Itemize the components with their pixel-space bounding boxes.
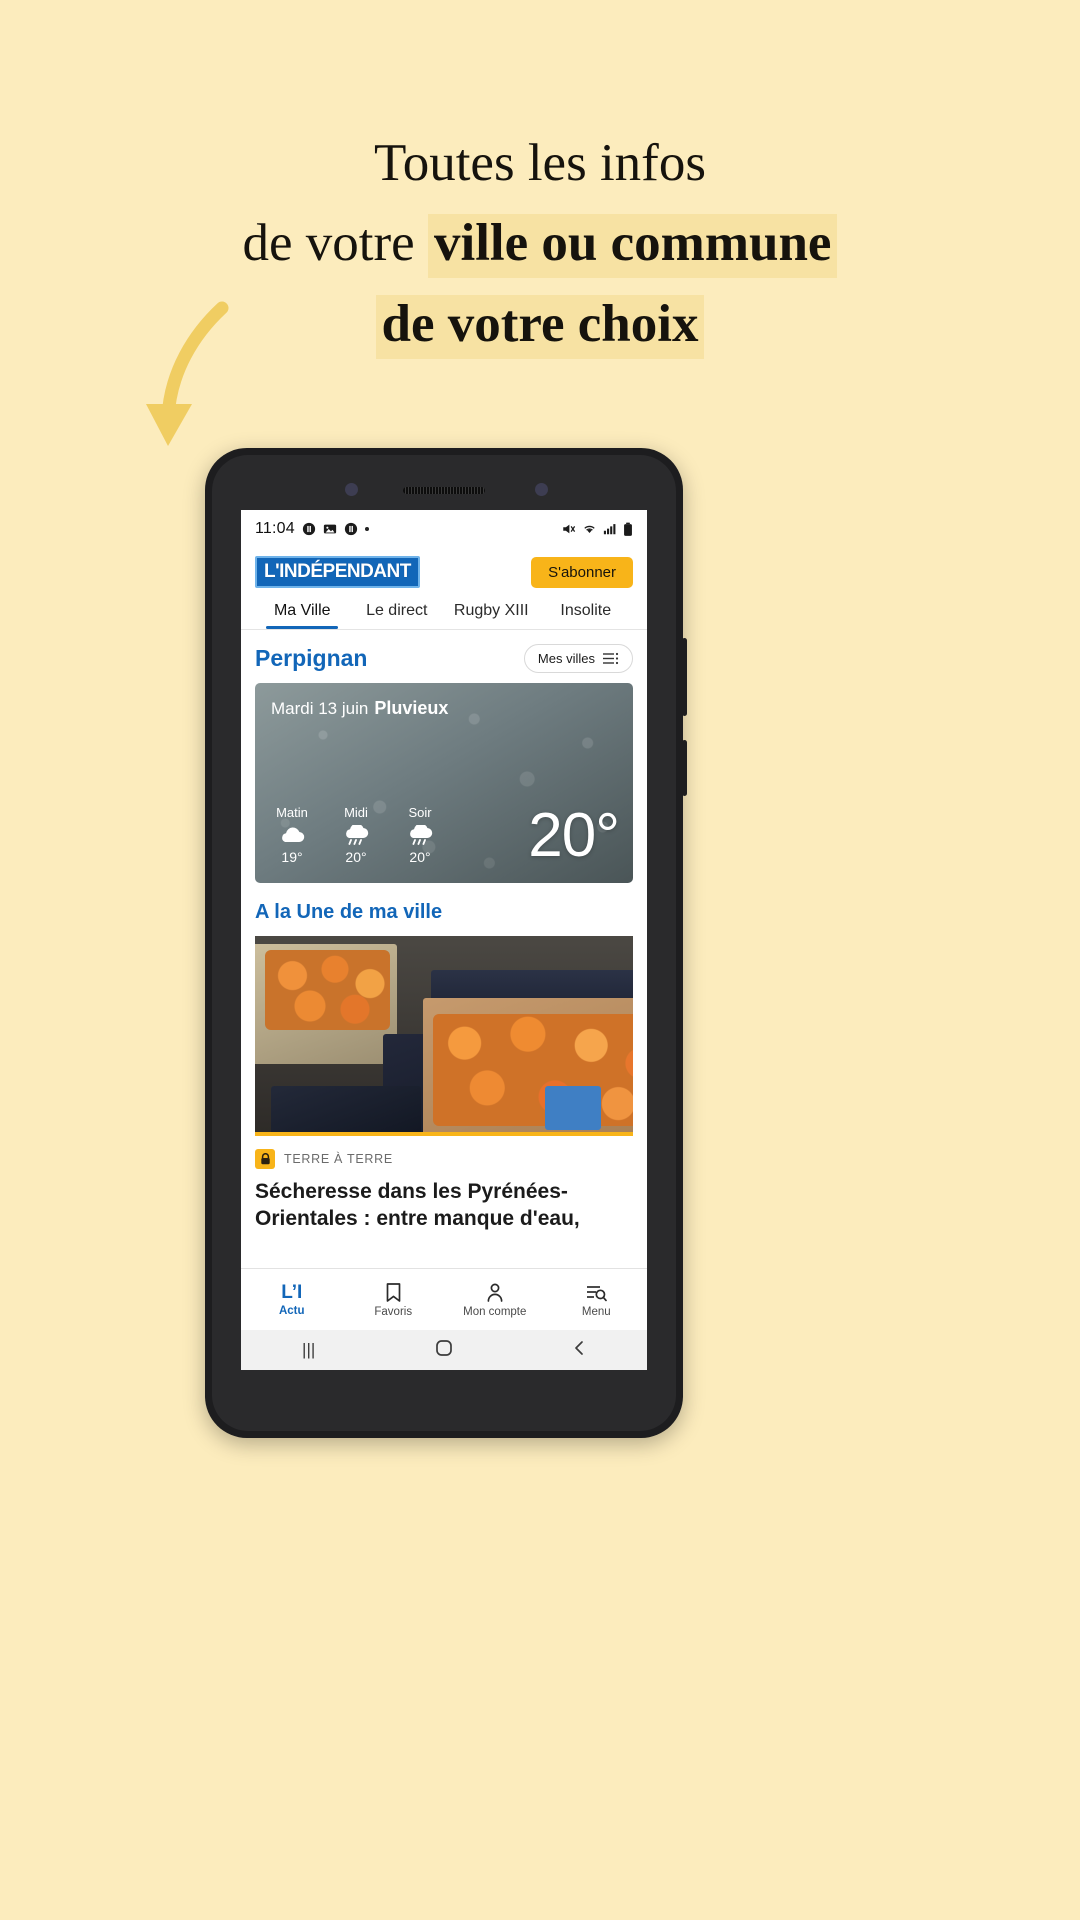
dot-icon [364, 527, 369, 531]
weather-slot-midi: Midi 20° [335, 805, 377, 865]
my-cities-label: Mes villes [537, 651, 595, 666]
weather-slot-label: Matin [276, 805, 308, 820]
home-button[interactable] [376, 1339, 511, 1362]
bottom-nav-label: Menu [581, 1305, 611, 1318]
battery-icon [624, 522, 632, 536]
promo-page: Toutes les infos de votre ville ou commu… [0, 0, 1080, 1920]
bottom-navigation: L’I Actu Favoris Mon compte Menu [241, 1268, 647, 1330]
bottom-nav-menu[interactable]: Menu [546, 1282, 648, 1318]
status-bar: 11:04 [241, 510, 647, 548]
weather-slot-label: Midi [344, 805, 368, 820]
weather-slot-label: Soir [408, 805, 432, 820]
bottom-nav-actu[interactable]: L’I Actu [241, 1283, 343, 1317]
app-header: L'INDÉPENDANT S'abonner [241, 548, 647, 598]
city-row: Perpignan Mes villes [241, 630, 647, 683]
signal-icon [603, 524, 616, 535]
pause-circle-icon-2 [344, 522, 357, 536]
mute-icon [563, 524, 576, 534]
status-bar-right [561, 522, 633, 537]
front-camera-secondary-icon [535, 483, 548, 496]
article-image[interactable] [255, 936, 633, 1136]
back-button[interactable] [512, 1339, 647, 1362]
my-cities-button[interactable]: Mes villes [523, 644, 633, 673]
section-title: A la Une de ma ville [255, 901, 443, 923]
bottom-nav-label: Actu [278, 1304, 305, 1317]
weather-date: Mardi 13 juin [271, 699, 369, 718]
cloud-icon [282, 827, 305, 843]
recents-button[interactable]: ||| [241, 1340, 376, 1360]
image-icon [323, 524, 336, 534]
city-title: Perpignan [255, 645, 368, 671]
menu-search-icon [587, 1285, 608, 1301]
brand-li-icon: L’I [281, 1281, 303, 1303]
weather-header: Mardi 13 juin Pluvieux [271, 698, 448, 719]
lock-icon [255, 1149, 275, 1169]
promo-line-3-highlight: de votre choix [375, 294, 705, 359]
tab-insolite[interactable]: Insolite [539, 602, 634, 629]
bookmark-icon [386, 1282, 401, 1302]
weather-slot-value: 19° [281, 849, 303, 865]
power-button[interactable] [682, 740, 687, 796]
promo-line-2-highlight: ville ou commune [427, 214, 838, 279]
home-square-icon [436, 1339, 452, 1356]
curved-arrow-icon [146, 301, 229, 446]
subscribe-button[interactable]: S'abonner [531, 556, 633, 588]
weather-slot-soir: Soir 20° [399, 805, 441, 865]
list-settings-icon [603, 652, 619, 665]
article-meta: TERRE À TERRE [241, 1136, 647, 1169]
article-title[interactable]: Sécheresse dans les Pyrénées-Orientales … [241, 1169, 647, 1233]
bottom-nav-label: Mon compte [463, 1305, 527, 1318]
bottom-nav-favoris[interactable]: Favoris [343, 1282, 445, 1318]
phone-mockup: 11:04 L'INDÉPENDANT S'abonner Ma Ville L… [205, 448, 687, 1438]
rain-cloud-icon [346, 825, 369, 845]
weather-temperature: 20° [528, 801, 620, 870]
phone-top-hardware [205, 455, 683, 513]
weather-card[interactable]: Mardi 13 juin Pluvieux 20° Matin 19° Midi… [255, 683, 633, 883]
status-bar-left: 11:04 [255, 520, 369, 538]
bottom-nav-mon-compte[interactable]: Mon compte [444, 1282, 546, 1318]
rain-cloud-icon-2 [410, 825, 433, 845]
tab-ma-ville[interactable]: Ma Ville [255, 602, 350, 629]
system-navigation-bar: ||| [241, 1330, 647, 1370]
promo-line-1: Toutes les infos [374, 134, 706, 192]
bottom-nav-label: Favoris [374, 1305, 413, 1318]
pause-circle-icon [302, 522, 315, 536]
logo-text: L'INDÉPENDANT [264, 561, 411, 582]
back-chevron-icon [575, 1340, 584, 1355]
article-kicker: TERRE À TERRE [284, 1152, 393, 1166]
promo-line-2: de votre ville ou commune [0, 208, 1080, 279]
weather-slot-value: 20° [409, 849, 431, 865]
independant-logo[interactable]: L'INDÉPENDANT [255, 556, 420, 588]
status-time: 11:04 [255, 520, 295, 537]
tab-le-direct[interactable]: Le direct [350, 602, 445, 629]
earpiece-speaker [403, 487, 485, 494]
weather-slot-matin: Matin 19° [271, 805, 313, 865]
person-icon [487, 1283, 503, 1302]
weather-slot-value: 20° [345, 849, 367, 865]
promo-line-2-plain: de votre [242, 214, 428, 273]
tab-rugby-xiii[interactable]: Rugby XIII [444, 602, 539, 629]
volume-button[interactable] [682, 638, 687, 716]
weather-slots: Matin 19° Midi 20° Soir 20° [271, 805, 441, 865]
wifi-icon [584, 525, 595, 534]
main-tabs: Ma Ville Le direct Rugby XIII Insolite [241, 598, 647, 630]
weather-condition: Pluvieux [374, 698, 449, 718]
phone-screen: 11:04 L'INDÉPENDANT S'abonner Ma Ville L… [241, 510, 647, 1370]
front-camera-icon [345, 483, 358, 496]
